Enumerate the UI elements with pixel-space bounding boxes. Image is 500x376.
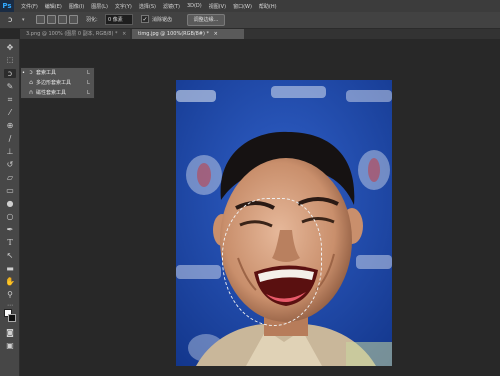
menu-select[interactable]: 选择(S): [139, 3, 156, 10]
tab-document-timg[interactable]: timg.jpg @ 100%(RGB/8#) * ×: [132, 29, 244, 39]
menu-help[interactable]: 帮助(H): [259, 3, 277, 10]
shape-tool-icon[interactable]: ▬: [4, 264, 16, 273]
marquee-tool-icon[interactable]: ⬚: [4, 56, 16, 65]
antialias-label: 消除锯齿: [152, 17, 173, 23]
tab-label: timg.jpg @ 100%(RGB/8#) *: [138, 31, 210, 37]
lasso-tool-icon[interactable]: ↄ: [4, 69, 16, 78]
feather-label: 羽化:: [86, 17, 98, 23]
lasso-tool-flyout: • ↄ 套索工具 L ⌂ 多边形套索工具 L ∩ 磁性套索工具 L: [20, 67, 95, 99]
menu-image[interactable]: 图像(I): [69, 3, 84, 10]
flyout-item-label: 磁性套索工具: [36, 90, 67, 96]
healing-brush-tool-icon[interactable]: ⊕: [4, 121, 16, 130]
move-tool-icon[interactable]: ✥: [4, 43, 16, 52]
flyout-item-magnetic-lasso[interactable]: ∩ 磁性套索工具 L: [21, 88, 94, 98]
quick-mask-icon[interactable]: ◙: [4, 328, 16, 337]
path-selection-tool-icon[interactable]: ↖: [4, 251, 16, 260]
flyout-item-polygonal-lasso[interactable]: ⌂ 多边形套索工具 L: [21, 78, 94, 88]
active-bullet: •: [22, 70, 25, 76]
add-to-selection-icon[interactable]: [47, 15, 56, 24]
clone-stamp-tool-icon[interactable]: ⊥: [4, 147, 16, 156]
lasso-selection-outline: [222, 198, 322, 326]
close-icon[interactable]: ×: [214, 31, 218, 37]
tab-document-3png[interactable]: 3.png @ 100% (图层 0 副本, RGB/8) * ×: [20, 29, 130, 39]
flyout-item-label: 多边形套索工具: [36, 80, 72, 86]
document-tab-bar: 3.png @ 100% (图层 0 副本, RGB/8) * × timg.j…: [20, 29, 500, 39]
history-brush-tool-icon[interactable]: ↺: [4, 160, 16, 169]
feather-input[interactable]: 0 像素: [105, 14, 133, 25]
pen-tool-icon[interactable]: ✒: [4, 225, 16, 234]
quick-selection-tool-icon[interactable]: ✎: [4, 82, 16, 91]
type-tool-icon[interactable]: T: [4, 238, 16, 247]
photoshop-logo: Ps: [0, 0, 14, 12]
lasso-icon: ↄ: [29, 69, 33, 76]
new-selection-icon[interactable]: [36, 15, 45, 24]
menu-edit[interactable]: 编辑(E): [45, 3, 62, 10]
tools-panel: ✥ ⬚ ↄ ✎ ⌗ ⁄ ⊕ ∕ ⊥ ↺ ▱ ▭ ● ○ ✒ T ↖ ▬ ✋ ⚲ …: [0, 39, 20, 376]
tab-label: 3.png @ 100% (图层 0 副本, RGB/8) *: [26, 31, 118, 37]
blur-tool-icon[interactable]: ●: [4, 199, 16, 208]
menu-file[interactable]: 文件(F): [21, 3, 38, 10]
options-bar: ↄ ▾ 羽化: 0 像素 ✓ 消除锯齿 调整边缘...: [0, 12, 500, 29]
dodge-tool-icon[interactable]: ○: [4, 212, 16, 221]
menu-bar: Ps 文件(F) 编辑(E) 图像(I) 图层(L) 文字(Y) 选择(S) 滤…: [0, 0, 500, 12]
brush-tool-icon[interactable]: ∕: [4, 134, 16, 143]
flyout-item-label: 套索工具: [36, 70, 57, 76]
subtract-from-selection-icon[interactable]: [58, 15, 67, 24]
shortcut-key: L: [87, 90, 90, 96]
refine-edge-button[interactable]: 调整边缘...: [187, 14, 225, 26]
background-color-swatch[interactable]: [8, 314, 16, 322]
close-icon[interactable]: ×: [122, 31, 126, 37]
lasso-preset-icon[interactable]: ↄ: [8, 15, 22, 25]
menu-view[interactable]: 视图(V): [209, 3, 226, 10]
hand-tool-icon[interactable]: ✋: [4, 277, 16, 286]
menu-type[interactable]: 文字(Y): [115, 3, 132, 10]
screen-mode-icon[interactable]: ▣: [4, 341, 16, 350]
menu-layer[interactable]: 图层(L): [91, 3, 108, 10]
menu-filter[interactable]: 滤镜(T): [163, 3, 180, 10]
gradient-tool-icon[interactable]: ▭: [4, 186, 16, 195]
shortcut-key: L: [87, 80, 90, 86]
flyout-item-lasso[interactable]: • ↄ 套索工具 L: [21, 68, 94, 78]
shortcut-key: L: [87, 70, 90, 76]
zoom-tool-icon[interactable]: ⚲: [4, 290, 16, 299]
crop-tool-icon[interactable]: ⌗: [4, 95, 16, 104]
polygonal-lasso-icon: ⌂: [29, 79, 33, 86]
antialias-checkbox[interactable]: ✓: [141, 15, 149, 23]
magnetic-lasso-icon: ∩: [28, 89, 34, 96]
chevron-down-icon[interactable]: ▾: [22, 15, 28, 25]
menu-3d[interactable]: 3D(D): [187, 3, 202, 9]
menu-window[interactable]: 窗口(W): [233, 3, 252, 10]
eraser-tool-icon[interactable]: ▱: [4, 173, 16, 182]
eyedropper-tool-icon[interactable]: ⁄: [4, 108, 16, 117]
intersect-selection-icon[interactable]: [69, 15, 78, 24]
